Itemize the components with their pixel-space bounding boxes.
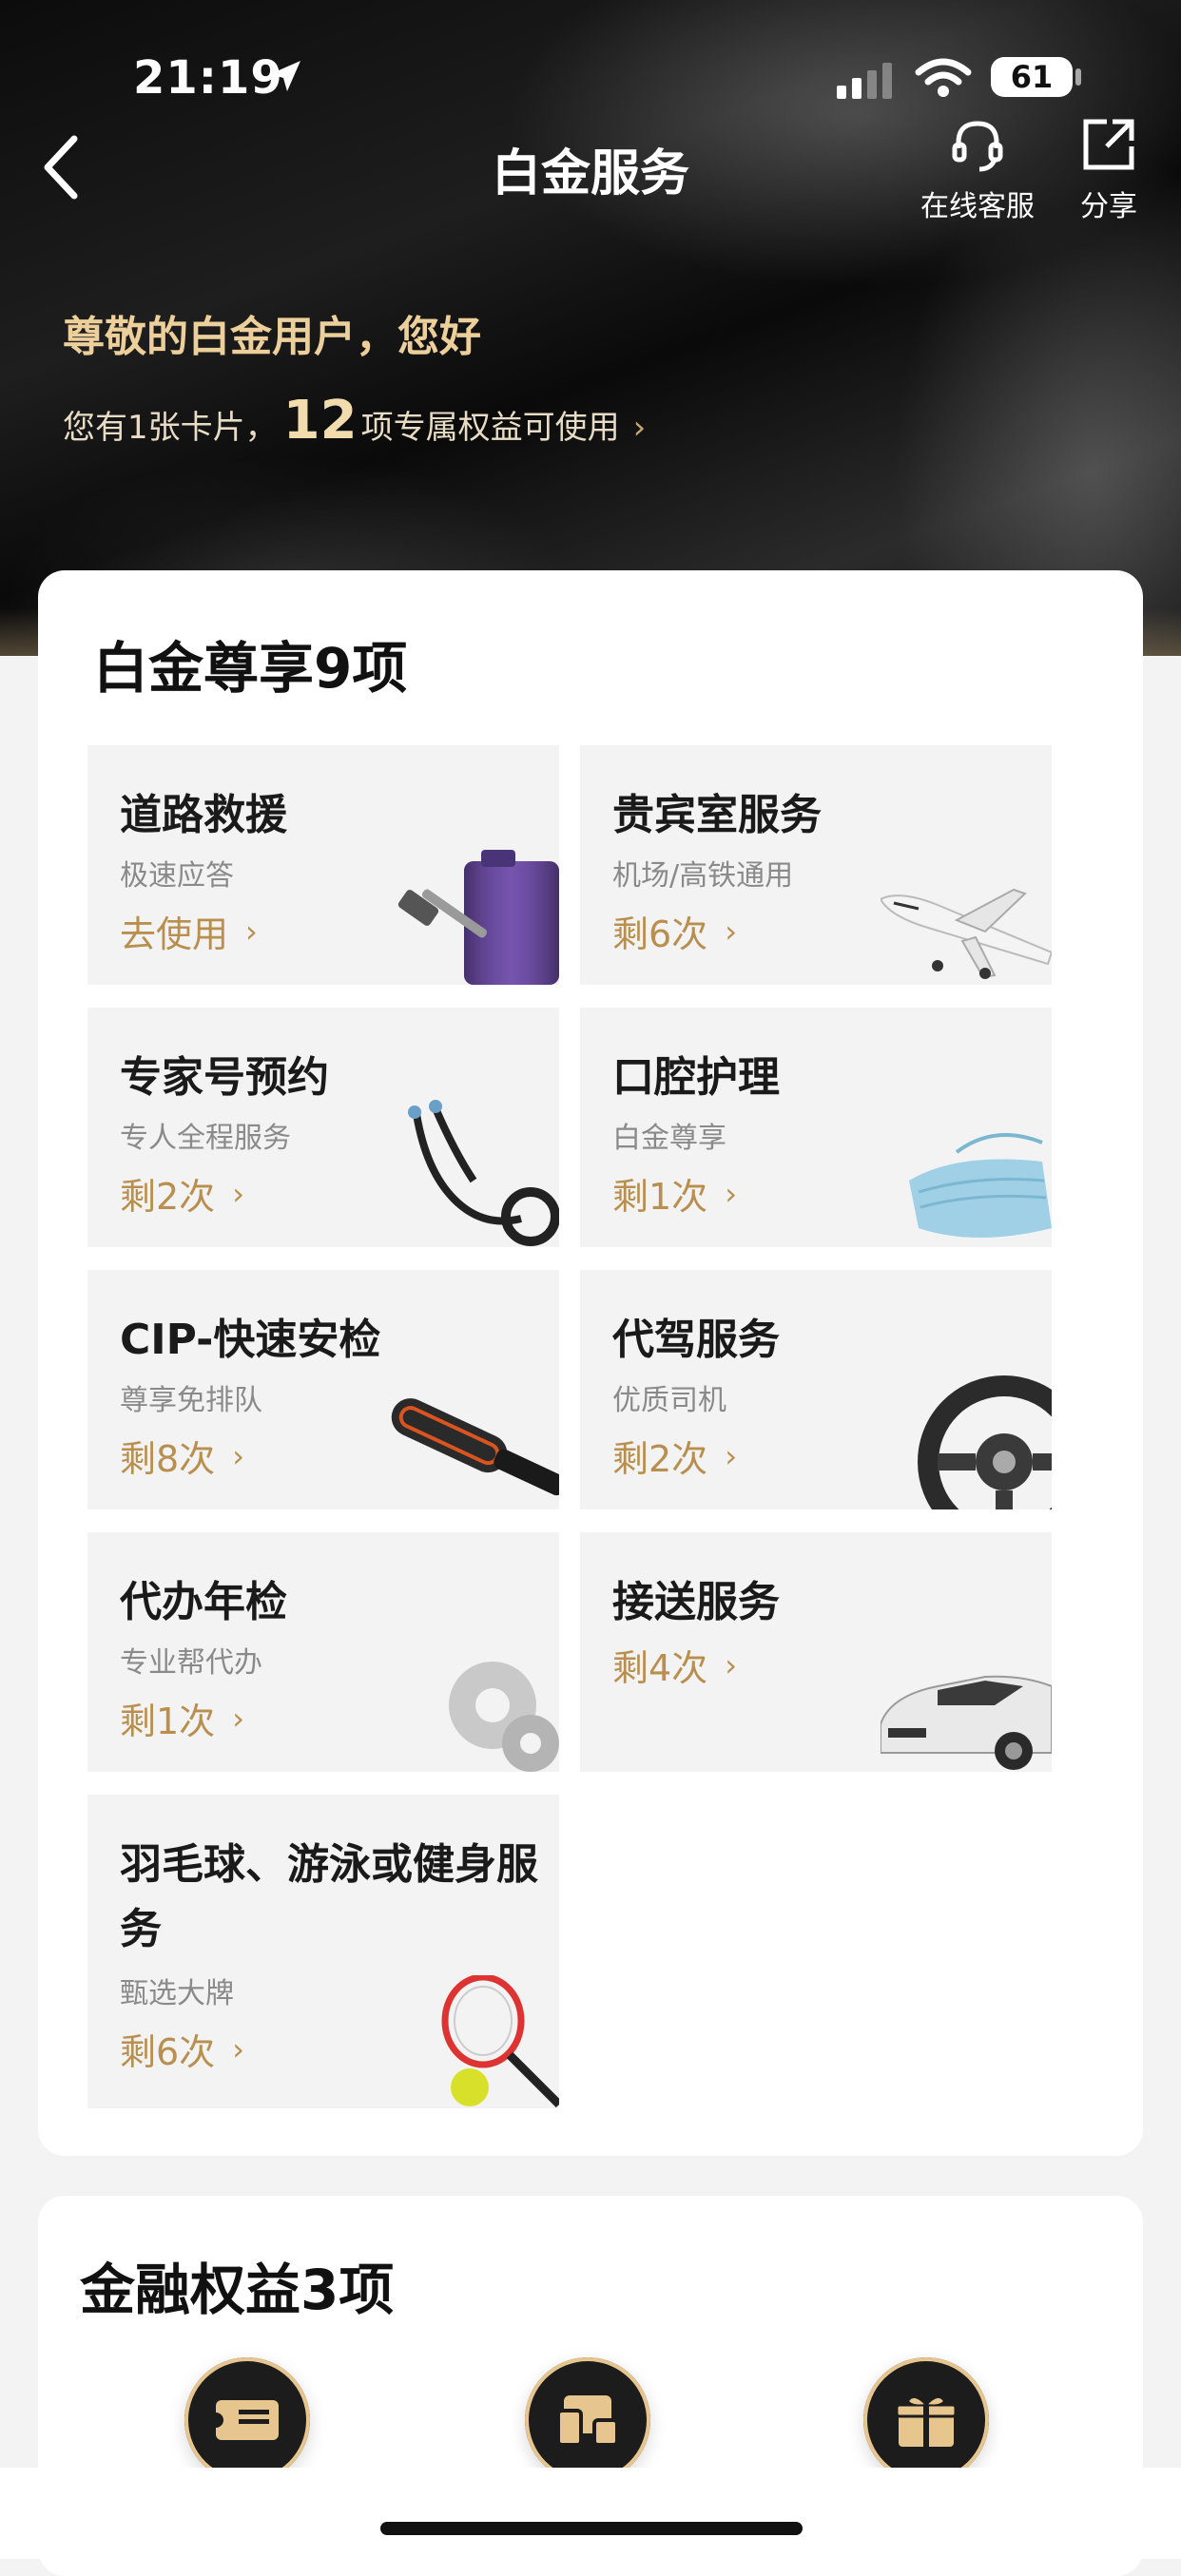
top-nav: 白金服务 在线客服 分享	[0, 105, 1181, 228]
tile-action-label: 剩8次	[120, 1438, 216, 1480]
online-service-button[interactable]: 在线客服	[920, 114, 1035, 224]
section-title: 金融权益3项	[80, 2258, 395, 2322]
chevron-right-icon: ›	[725, 1175, 737, 1212]
chevron-right-icon: ›	[232, 1175, 244, 1212]
summary-count: 12	[282, 390, 358, 452]
tile-action-label: 剩6次	[612, 913, 708, 955]
share-button[interactable]: 分享	[1078, 114, 1139, 224]
chevron-right-icon: ›	[725, 913, 737, 950]
headset-icon	[952, 121, 1003, 172]
tile-annual-inspection[interactable]: 代办年检 专业帮代办 剩1次 ›	[87, 1532, 559, 1772]
tile-subtitle: 机场/高铁通用	[612, 859, 794, 893]
devices-icon[interactable]	[525, 2357, 650, 2483]
tile-road-rescue[interactable]: 道路救援 极速应答 去使用 ›	[87, 745, 559, 985]
tile-subtitle: 尊享免排队	[120, 1384, 262, 1417]
tile-title: 羽毛球、游泳或健身服务	[120, 1840, 538, 1953]
gift-glyph	[895, 2395, 958, 2447]
tile-subtitle: 专人全程服务	[120, 1122, 291, 1155]
summary-prefix: 您有1张卡片，	[63, 409, 278, 447]
tile-action-label: 剩1次	[612, 1176, 708, 1218]
tile-shuttle-service[interactable]: 接送服务 剩4次 ›	[580, 1532, 1052, 1772]
tile-title: 专家号预约	[120, 1053, 329, 1102]
chevron-right-icon: ›	[232, 1437, 244, 1474]
racket-ball-icon	[441, 1975, 559, 2108]
tile-subtitle: 白金尊享	[612, 1122, 726, 1155]
tile-action[interactable]: 剩2次 ›	[120, 1167, 244, 1220]
ticket-icon[interactable]	[184, 2357, 310, 2483]
chevron-right-icon: ›	[232, 1700, 244, 1737]
tile-dental-care[interactable]: 口腔护理 白金尊享 剩1次 ›	[580, 1008, 1052, 1247]
tile-vip-lounge[interactable]: 贵宾室服务 机场/高铁通用 剩6次 ›	[580, 745, 1052, 985]
tile-action[interactable]: 剩2次 ›	[612, 1430, 737, 1482]
tile-title: CIP-快速安检	[120, 1316, 381, 1364]
tile-subtitle: 甄选大牌	[120, 1977, 234, 2010]
chevron-right-icon: ›	[632, 409, 647, 447]
greeting-text: 尊敬的白金用户，您好	[63, 313, 481, 361]
summary-suffix: 项专属权益可使用	[360, 409, 620, 447]
tile-subtitle: 专业帮代办	[120, 1646, 262, 1680]
mask-icon	[909, 1133, 1052, 1238]
tile-action[interactable]: 剩1次 ›	[612, 1167, 737, 1220]
gift-icon[interactable]	[863, 2357, 989, 2483]
tile-subtitle: 优质司机	[612, 1384, 726, 1417]
chevron-right-icon: ›	[725, 1646, 737, 1683]
tile-title: 口腔护理	[612, 1053, 780, 1102]
status-time: 21:19	[133, 51, 283, 105]
tile-designated-driver[interactable]: 代驾服务 优质司机 剩2次 ›	[580, 1270, 1052, 1509]
security-wand-icon	[391, 1398, 559, 1496]
share-label: 分享	[1080, 190, 1137, 223]
car-icon	[881, 1675, 1052, 1770]
home-bar-area	[0, 2468, 1181, 2559]
home-indicator[interactable]	[380, 2522, 803, 2535]
location-arrow-icon	[270, 61, 300, 91]
jerrycan-hammer-icon	[397, 850, 559, 985]
battery-cap	[1075, 68, 1081, 86]
chevron-right-icon: ›	[245, 913, 258, 950]
tile-expert-appointment[interactable]: 专家号预约 专人全程服务 剩2次 ›	[87, 1008, 559, 1247]
share-icon	[1083, 119, 1134, 170]
tile-action[interactable]: 去使用 ›	[120, 905, 258, 957]
tile-subtitle: 极速应答	[120, 859, 234, 893]
tile-title: 代驾服务	[612, 1316, 780, 1364]
tile-cip-security[interactable]: CIP-快速安检 尊享免排队 剩8次 ›	[87, 1270, 559, 1509]
tile-title: 道路救援	[120, 791, 287, 839]
tile-action-label: 剩1次	[120, 1701, 216, 1742]
online-service-label: 在线客服	[920, 190, 1035, 223]
tile-action-label: 剩6次	[120, 2031, 216, 2073]
devices-glyph	[556, 2395, 619, 2447]
tile-action[interactable]: 剩4次 ›	[612, 1639, 737, 1691]
stethoscope-icon	[408, 1100, 559, 1246]
tile-action[interactable]: 剩8次 ›	[120, 1430, 244, 1482]
ticket-glyph	[214, 2400, 279, 2440]
cellular-signal-icon	[837, 63, 892, 99]
section-title: 白金尊享9项	[93, 636, 408, 701]
tile-action[interactable]: 剩1次 ›	[120, 1692, 244, 1744]
tile-sports-service[interactable]: 羽毛球、游泳或健身服务 甄选大牌 剩6次 ›	[87, 1795, 559, 2108]
tile-title: 接送服务	[612, 1578, 780, 1626]
tile-title: 贵宾室服务	[612, 791, 822, 839]
chevron-right-icon: ›	[232, 2030, 244, 2067]
airplane-icon	[881, 888, 1052, 979]
chevron-right-icon: ›	[725, 1437, 737, 1474]
tile-action-label: 剩4次	[612, 1647, 708, 1689]
benefit-summary-link[interactable]: 您有1张卡片， 12 项专属权益可使用 ›	[63, 390, 646, 452]
tile-title: 代办年检	[120, 1578, 287, 1626]
gears-icon	[449, 1662, 559, 1772]
platinum-benefits-card: 白金尊享9项 道路救援 极速应答 去使用 › 贵宾室服务 机场/高铁通用 剩6次 ›…	[38, 570, 1143, 2156]
tile-action-label: 剩2次	[120, 1176, 216, 1218]
tile-action[interactable]: 剩6次 ›	[120, 2023, 244, 2075]
tile-action-label: 去使用	[120, 913, 229, 955]
tile-action-label: 剩2次	[612, 1438, 708, 1480]
battery-indicator: 61	[991, 57, 1073, 97]
steering-wheel-icon	[918, 1375, 1052, 1509]
wifi-icon	[915, 58, 972, 97]
tile-action[interactable]: 剩6次 ›	[612, 905, 737, 957]
